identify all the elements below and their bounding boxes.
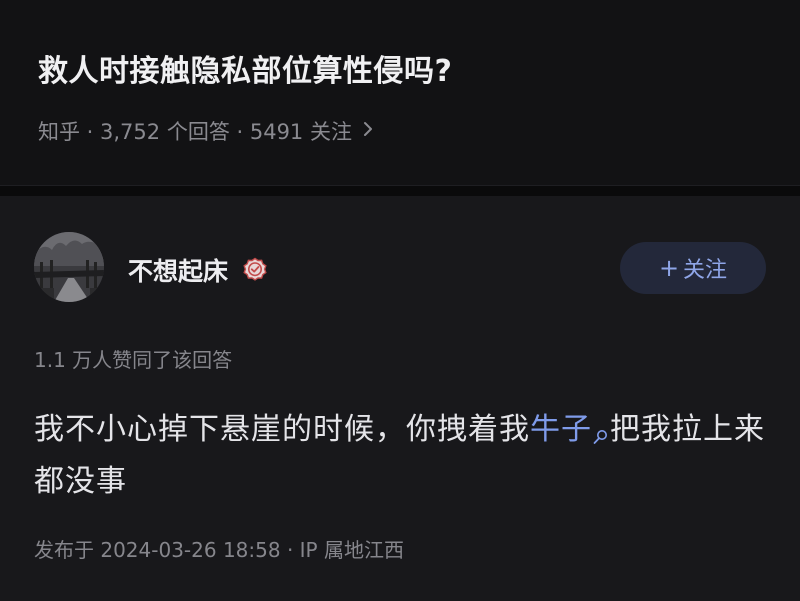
- plus-icon: +: [658, 254, 680, 282]
- follow-button-label: 关注: [683, 258, 728, 283]
- answer-content[interactable]: 我不小心掉下悬崖的时候，你拽着我牛子 把我拉上来都没事: [34, 404, 770, 508]
- author-name[interactable]: 不想起床: [128, 252, 228, 288]
- question-header: 救人时接触隐私部位算性侵吗? 知乎 · 3,752 个回答 · 5491 关注: [0, 0, 800, 185]
- follow-button[interactable]: + 关注: [620, 242, 766, 294]
- answer-card: 不想起床 + 关注 1.1 万人赞同了该回答 我不小心掉下悬崖的时候，你拽着我牛…: [0, 196, 800, 601]
- search-term-link[interactable]: 牛子: [530, 412, 592, 447]
- question-title[interactable]: 救人时接触隐私部位算性侵吗?: [38, 46, 452, 90]
- answer-text-part1: 我不小心掉下悬崖的时候，你拽着我: [34, 412, 530, 447]
- publish-info: 发布于 2024-03-26 18:58 · IP 属地江西: [34, 538, 404, 562]
- question-meta-text: 知乎 · 3,752 个回答 · 5491 关注: [38, 120, 352, 144]
- upvote-summary: 1.1 万人赞同了该回答: [34, 348, 233, 372]
- zhihu-page: 救人时接触隐私部位算性侵吗? 知乎 · 3,752 个回答 · 5491 关注: [0, 0, 800, 601]
- search-icon[interactable]: [592, 412, 608, 444]
- verified-badge-icon: [242, 257, 268, 283]
- author-row: 不想起床: [128, 252, 268, 288]
- chevron-right-icon: [362, 119, 374, 143]
- question-meta-link[interactable]: 知乎 · 3,752 个回答 · 5491 关注: [38, 116, 374, 146]
- avatar[interactable]: [34, 232, 104, 302]
